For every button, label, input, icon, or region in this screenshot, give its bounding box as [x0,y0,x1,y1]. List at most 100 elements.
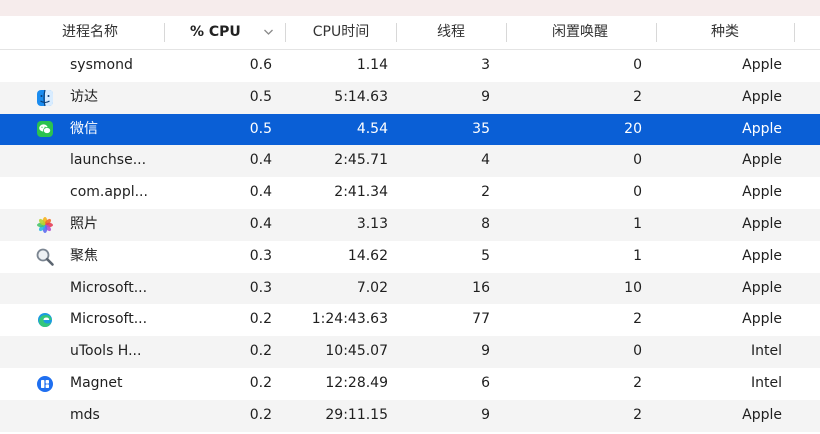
column-header-threads[interactable]: 线程 [400,16,502,49]
process-name: Microsoft... [70,311,148,328]
column-divider[interactable] [794,23,795,42]
column-divider[interactable] [506,23,507,42]
empty-icon-slot [35,177,55,209]
cpu-time: 4.54 [356,120,388,137]
cpu-percent: 0.5 [249,120,272,137]
empty-icon-slot [35,273,55,305]
table-row[interactable]: 照片 0.4 3.13 8 1 Apple [0,208,820,241]
cpu-percent: 0.2 [249,374,272,391]
table-row[interactable]: sysmond 0.6 1.14 3 0 Apple [0,50,820,82]
thread-count: 77 [472,311,490,328]
thread-count: 3 [481,57,490,73]
column-header-cpu-time[interactable]: CPU时间 [290,16,392,49]
process-name: 照片 [70,215,98,232]
thread-count: 9 [481,343,490,360]
cpu-time: 29:11.15 [325,406,388,423]
cpu-percent: 0.2 [249,343,272,360]
process-kind: Apple [742,279,782,296]
process-kind: Apple [742,152,782,169]
process-kind: Apple [742,406,782,423]
cpu-percent: 0.2 [249,311,272,328]
process-kind: Apple [742,88,782,105]
idle-wakeups: 2 [633,406,642,423]
cpu-time: 12:28.49 [325,374,388,391]
column-divider[interactable] [164,23,165,42]
process-kind: Intel [751,374,782,391]
idle-wakeups: 0 [633,57,642,73]
table-row[interactable]: com.appl... 0.4 2:41.34 2 0 Apple [0,177,820,209]
column-divider[interactable] [656,23,657,42]
empty-icon-slot [35,336,55,368]
cpu-time: 2:41.34 [334,184,388,201]
cpu-percent: 0.6 [249,57,272,73]
thread-count: 2 [481,184,490,201]
table-row[interactable]: 聚焦 0.3 14.62 5 1 Apple [0,240,820,273]
empty-icon-slot [35,145,55,177]
thread-count: 9 [481,88,490,105]
cpu-time: 1.14 [356,57,388,73]
window-top-strip [0,0,820,16]
table-row[interactable]: uTools H... 0.2 10:45.07 9 0 Intel [0,336,820,368]
spotlight-icon [35,241,55,273]
idle-wakeups: 2 [633,374,642,391]
idle-wakeups: 0 [633,184,642,201]
cpu-percent: 0.3 [249,247,272,264]
process-name: launchse... [70,152,147,169]
process-table: sysmond 0.6 1.14 3 0 Apple 访达 0.5 5:14.63 9 2 Apple… [0,50,820,432]
chevron-down-icon[interactable] [262,16,274,49]
process-kind: Apple [742,247,782,264]
cpu-time: 7.02 [356,279,388,296]
empty-icon-slot [35,400,55,432]
magnet-icon [35,368,55,400]
process-kind: Apple [742,215,782,232]
cpu-percent: 0.4 [249,184,272,201]
thread-count: 16 [472,279,490,296]
thread-count: 8 [481,215,490,232]
process-kind: Intel [751,343,782,360]
idle-wakeups: 2 [633,88,642,105]
process-name: Microsoft... [70,279,148,296]
idle-wakeups: 2 [633,311,642,328]
thread-count: 35 [472,120,490,137]
idle-wakeups: 1 [633,215,642,232]
thread-count: 6 [481,374,490,391]
thread-count: 4 [481,152,490,169]
table-row[interactable]: 访达 0.5 5:14.63 9 2 Apple [0,81,820,114]
cpu-time: 5:14.63 [334,88,388,105]
process-name: 聚焦 [70,247,98,264]
table-row[interactable]: Magnet 0.2 12:28.49 6 2 Intel [0,367,820,400]
table-row[interactable]: Microsoft... 0.2 1:24:43.63 77 2 Apple [0,304,820,337]
column-header-kind[interactable]: 种类 [660,16,790,49]
process-kind: Apple [742,311,782,328]
finder-icon [35,82,55,114]
column-header-idle-wakeups[interactable]: 闲置唤醒 [510,16,650,49]
process-name: Magnet [70,374,123,391]
photos-icon [35,209,55,241]
thread-count: 9 [481,406,490,423]
table-row[interactable]: launchse... 0.4 2:45.71 4 0 Apple [0,145,820,178]
idle-wakeups: 0 [633,152,642,169]
table-row[interactable]: 微信 0.5 4.54 35 20 Apple [0,113,820,146]
column-header-process-name[interactable]: 进程名称 [0,16,180,49]
cpu-time: 2:45.71 [334,152,388,169]
cpu-percent: 0.3 [249,279,272,296]
process-name: sysmond [70,57,133,73]
edge-icon [35,304,55,336]
wechat-icon [35,114,55,146]
table-row[interactable]: Microsoft... 0.3 7.02 16 10 Apple [0,272,820,305]
process-kind: Apple [742,57,782,73]
cpu-time: 1:24:43.63 [311,311,388,328]
idle-wakeups: 0 [633,343,642,360]
table-row[interactable]: mds 0.2 29:11.15 9 2 Apple [0,399,820,432]
column-header-cpu[interactable]: % CPU [190,16,250,49]
process-name: 微信 [70,120,98,137]
column-divider[interactable] [285,23,286,42]
cpu-percent: 0.2 [249,406,272,423]
idle-wakeups: 10 [624,279,642,296]
process-name: com.appl... [70,184,148,201]
process-kind: Apple [742,120,782,137]
process-name: uTools H... [70,343,142,360]
column-divider[interactable] [396,23,397,42]
cpu-percent: 0.4 [249,152,272,169]
empty-icon-slot [35,50,55,82]
